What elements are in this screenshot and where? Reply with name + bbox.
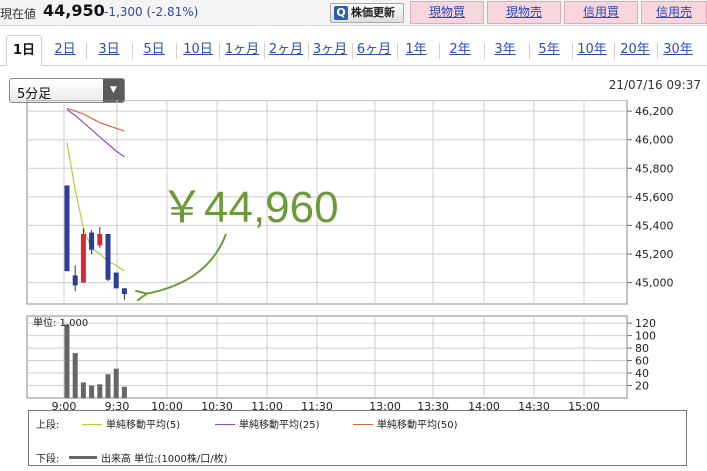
tab-3y[interactable]: 3年 (489, 37, 521, 63)
refresh-quote-button[interactable]: Q 株価更新 (330, 3, 404, 23)
volume-bar (72, 353, 78, 398)
volume-y-tick-label: 40 (635, 367, 649, 380)
volume-y-tick-label: 20 (635, 380, 649, 393)
price-y-tick-label: 45,200 (635, 248, 674, 261)
ma50-line-icon (353, 424, 373, 425)
candle-body (64, 185, 70, 272)
margin-buy-button[interactable]: 信用買 (564, 1, 638, 24)
cash-sell-button[interactable]: 現物売 (487, 1, 561, 24)
chart-legend: 上段: 単純移動平均(5) 単純移動平均(25) 単純移動平均(50) 下段: … (28, 410, 687, 466)
volume-bar (64, 324, 70, 398)
candle-body (80, 234, 86, 283)
tab-5y[interactable]: 5年 (533, 37, 565, 63)
tab-3d[interactable]: 3日 (93, 37, 125, 63)
cash-buy-button[interactable]: 現物買 (410, 1, 484, 24)
legend-ma5: 単純移動平均(5) (82, 416, 180, 431)
time-axis-label: 9:30 (105, 400, 130, 410)
candle-body (113, 272, 119, 289)
price-y-tick-label: 46,000 (635, 134, 674, 147)
tab-2y[interactable]: 2年 (444, 37, 476, 63)
candle-body (97, 234, 103, 246)
price-y-tick-label: 46,200 (635, 105, 674, 118)
price-bar: 現在値 44,950 -1,300 (-2.81%) Q 株価更新 現物買 現物… (0, 0, 707, 26)
time-axis-label: 13:30 (417, 400, 449, 410)
current-price-label: 現在値 (0, 7, 37, 21)
price-y-tick-label: 45,400 (635, 219, 674, 232)
volume-bar (121, 386, 127, 398)
legend-lower-row: 下段: 出来高 単位:(1000株/口/枚) (29, 449, 684, 465)
candle-body (105, 234, 111, 280)
volume-y-tick-label: 120 (635, 317, 656, 330)
candle-body (72, 275, 78, 286)
price-y-tick-label: 45,000 (635, 277, 674, 290)
legend-ma25: 単純移動平均(25) (215, 416, 320, 431)
tab-3m[interactable]: 3ヶ月 (309, 37, 351, 63)
price-y-tick-label: 45,600 (635, 191, 674, 204)
time-axis-label: 10:30 (201, 400, 233, 410)
candle-body (89, 232, 95, 250)
tab-10y[interactable]: 10年 (574, 37, 610, 63)
legend-ma25-label: 単純移動平均(25) (239, 420, 320, 431)
volume-y-tick-label: 60 (635, 355, 649, 368)
legend-volume-label: 出来高 単位:(1000株/口/枚) (101, 454, 228, 465)
period-tabs: 1日 2日 3日 5日 10日 1ヶ月 2ヶ月 3ヶ月 6ヶ月 1年 2年 3年… (0, 32, 707, 66)
ma-line-0 (66, 142, 125, 272)
volume-bar (105, 374, 111, 398)
tab-1y[interactable]: 1年 (400, 37, 432, 63)
legend-ma5-label: 単純移動平均(5) (106, 420, 181, 431)
volume-bar (113, 368, 119, 398)
tab-20y[interactable]: 20年 (617, 37, 653, 63)
tab-10d[interactable]: 10日 (180, 37, 216, 63)
price-chart: 45,000 45,200 45,400 45,600 45,800 46,000 46,2… (26, 100, 674, 410)
tab-1m[interactable]: 1ヶ月 (221, 37, 263, 63)
volume-y-tick-label: 80 (635, 342, 649, 355)
legend-lower-label: 下段: (36, 454, 60, 465)
refresh-quote-label: 株価更新 (351, 6, 395, 19)
legend-volume: 出来高 単位:(1000株/口/枚) (69, 450, 228, 465)
ma25-line-icon (215, 424, 235, 425)
time-axis-label: 9:00 (52, 400, 77, 410)
legend-upper-label: 上段: (36, 420, 60, 431)
time-axis-label: 14:30 (518, 400, 550, 410)
volume-line-icon (69, 456, 97, 459)
tab-6m[interactable]: 6ヶ月 (353, 37, 395, 63)
tab-2m[interactable]: 2ヶ月 (265, 37, 307, 63)
tab-2d[interactable]: 2日 (49, 37, 81, 63)
time-axis-label: 15:00 (568, 400, 600, 410)
legend-upper-row: 上段: 単純移動平均(5) 単純移動平均(25) 単純移動平均(50) (29, 415, 684, 431)
time-axis-label: 11:30 (301, 400, 333, 410)
ma-line-2 (66, 107, 125, 132)
tab-30y[interactable]: 30年 (660, 37, 696, 63)
margin-sell-button[interactable]: 信用売 (641, 1, 707, 24)
price-annotation: ￥44,960 (160, 183, 339, 232)
legend-ma50-label: 単純移動平均(50) (377, 420, 458, 431)
candle-body (121, 288, 127, 294)
tab-5d[interactable]: 5日 (138, 37, 170, 63)
ma5-line-icon (82, 424, 102, 425)
volume-bar (97, 384, 103, 398)
time-axis-label: 14:00 (468, 400, 500, 410)
chevron-down-icon: ▼ (103, 79, 124, 102)
refresh-icon: Q (334, 6, 348, 20)
volume-y-tick-label: 100 (635, 330, 656, 343)
tab-1d[interactable]: 1日 (6, 35, 42, 66)
price-y-tick-label: 45,800 (635, 162, 674, 175)
price-change: -1,300 (-2.81%) (104, 5, 199, 19)
legend-ma50: 単純移動平均(50) (353, 416, 458, 431)
volume-bar (89, 385, 95, 398)
time-axis-label: 10:00 (151, 400, 183, 410)
time-axis-label: 13:00 (369, 400, 401, 410)
volume-unit-label: 単位: 1,000 (33, 316, 88, 329)
volume-bar (80, 382, 86, 398)
current-price: 44,950 (43, 1, 105, 20)
ma-line-1 (66, 109, 125, 158)
annotation-arrow (145, 233, 227, 294)
time-axis-label: 11:00 (251, 400, 283, 410)
chart-timestamp: 21/07/16 09:37 (608, 78, 701, 92)
